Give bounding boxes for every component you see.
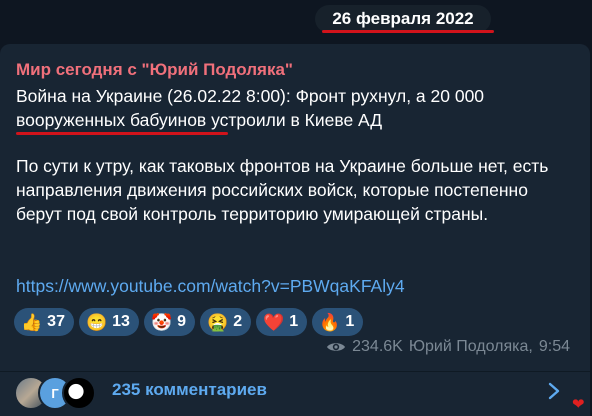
reaction-count: 37 (47, 313, 65, 330)
comments-count-label[interactable]: 235 комментариев (112, 380, 267, 400)
reactions-row: 👍 37 😁 13 🤡 9 🤮 2 ❤️ 1 🔥 1 (14, 308, 364, 336)
reaction-count: 2 (233, 313, 243, 330)
post-body: По сути к утру, как таковых фронтов на У… (16, 156, 549, 224)
chevron-right-icon[interactable] (547, 381, 561, 401)
thumbs-up-icon: 👍 (21, 312, 43, 332)
vomiting-face-icon: 🤮 (207, 312, 229, 332)
message-time: 9:54 (538, 338, 570, 355)
reaction-count: 13 (112, 313, 130, 330)
reaction-count: 1 (345, 313, 355, 330)
message-meta: 234.6K Юрий Подоляка, 9:54 (326, 338, 570, 356)
heart-icon: ❤ (572, 396, 585, 413)
heart-icon: ❤️ (263, 312, 285, 332)
channel-name[interactable]: Мир сегодня с "Юрий Подоляка" (16, 60, 293, 80)
reaction-heart[interactable]: ❤️ 1 (256, 308, 308, 336)
reaction-count: 1 (289, 313, 299, 330)
reaction-count: 9 (177, 313, 187, 330)
author-signature: Юрий Подоляка (408, 338, 529, 355)
reaction-thumbs-up[interactable]: 👍 37 (14, 308, 74, 336)
avatar-letter: Г (51, 385, 59, 401)
post-headline: Война на Украине (26.02.22 8:00): Фронт … (16, 86, 485, 130)
clown-face-icon: 🤡 (150, 312, 173, 332)
eye-icon (327, 343, 346, 351)
grinning-face-icon: 😁 (85, 312, 108, 332)
reaction-clown-face[interactable]: 🤡 9 (143, 308, 196, 336)
youtube-link[interactable]: https://www.youtube.com/watch?v=PBWqaKFA… (16, 276, 405, 297)
date-label: 26 февраля 2022 (332, 9, 474, 28)
date-separator: 26 февраля 2022 (315, 5, 491, 33)
reaction-fire[interactable]: 🔥 1 (312, 308, 364, 336)
commenter-avatars: Г (14, 376, 100, 410)
red-underline-headline-annotation (16, 132, 228, 135)
reaction-vomiting-face[interactable]: 🤮 2 (200, 308, 252, 336)
avatar (62, 376, 96, 410)
red-underline-date-annotation (322, 30, 494, 33)
reaction-grinning-face[interactable]: 😁 13 (78, 308, 139, 336)
fire-icon: 🔥 (319, 312, 341, 332)
view-count: 234.6K (352, 338, 403, 355)
meta-separator: , (528, 338, 533, 355)
